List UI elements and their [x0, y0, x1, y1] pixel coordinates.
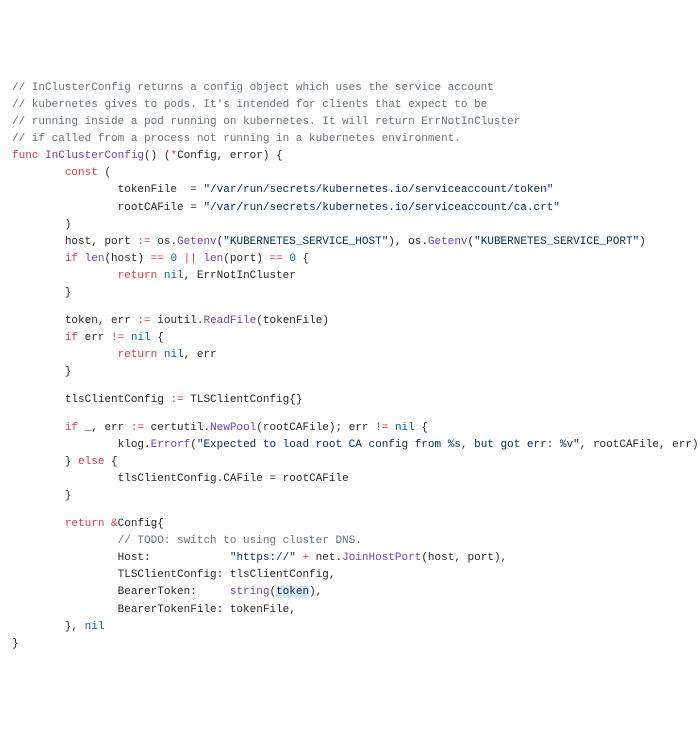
if-lencheck: if len(host) == 0 || len(port) == 0 {: [12, 251, 688, 268]
hostport-decl: host, port := os.Getenv("KUBERNETES_SERV…: [12, 234, 688, 251]
comment-line: // if called from a process not running …: [12, 131, 688, 148]
code-block: // InClusterConfig returns a config obje…: [12, 80, 688, 652]
highlighted-token: token: [276, 586, 309, 598]
else-branch: } else {: [12, 454, 688, 471]
return-config: return &Config{: [12, 516, 688, 533]
return-close: }, nil: [12, 619, 688, 636]
if-pool-check: if _, err := certutil.NewPool(rootCAFile…: [12, 420, 688, 437]
blank-line: [12, 409, 688, 420]
func-close: }: [12, 636, 688, 653]
cafile-assign: tlsClientConfig.CAFile = rootCAFile: [12, 471, 688, 488]
return-errnotincluster: return nil, ErrNotInCluster: [12, 268, 688, 285]
todo-comment: // TODO: switch to using cluster DNS.: [12, 533, 688, 550]
blank-line: [12, 302, 688, 313]
blank-line: [12, 381, 688, 392]
config-bearertokenfile: BearerTokenFile: tokenFile,: [12, 602, 688, 619]
brace-close: }: [12, 488, 688, 505]
return-nil-err: return nil, err: [12, 347, 688, 364]
comment-line: // kubernetes gives to pods. It's intend…: [12, 97, 688, 114]
const-tokenfile: tokenFile = "/var/run/secrets/kubernetes…: [12, 182, 688, 199]
token-read: token, err := ioutil.ReadFile(tokenFile): [12, 313, 688, 330]
if-err-check: if err != nil {: [12, 330, 688, 347]
const-close: ): [12, 217, 688, 234]
tls-decl: tlsClientConfig := TLSClientConfig{}: [12, 392, 688, 409]
brace-close: }: [12, 364, 688, 381]
const-open: const (: [12, 165, 688, 182]
brace-close: }: [12, 285, 688, 302]
comment-line: // InClusterConfig returns a config obje…: [12, 80, 688, 97]
func-decl: func InClusterConfig() (*Config, error) …: [12, 148, 688, 165]
config-bearertoken: BearerToken: string(token),: [12, 584, 688, 601]
blank-line: [12, 505, 688, 516]
klog-errorf: klog.Errorf("Expected to load root CA co…: [12, 437, 688, 454]
config-host: Host: "https://" + net.JoinHostPort(host…: [12, 550, 688, 567]
comment-line: // running inside a pod running on kuber…: [12, 114, 688, 131]
const-rootcafile: rootCAFile = "/var/run/secrets/kubernete…: [12, 200, 688, 217]
